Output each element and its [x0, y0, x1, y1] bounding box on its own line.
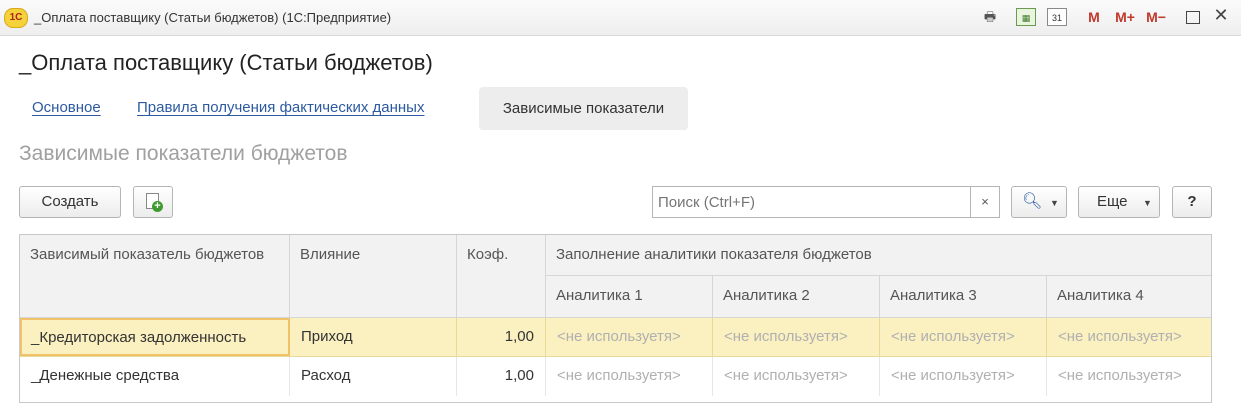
cell-analytics-3[interactable]: <не используетя>: [880, 318, 1047, 356]
search-icon: 🔍︎: [1022, 193, 1043, 210]
tab-main[interactable]: Основное: [32, 99, 101, 116]
table-row[interactable]: _Кредиторская задолженность Приход 1,00 …: [20, 318, 1211, 357]
cell-indicator[interactable]: _Кредиторская задолженность: [20, 318, 290, 356]
memory-minus-icon[interactable]: M−: [1143, 8, 1169, 26]
cell-coef[interactable]: 1,00: [457, 357, 546, 396]
search-options-button[interactable]: 🔍︎ ▼: [1011, 186, 1067, 218]
search-input[interactable]: [652, 186, 971, 218]
header-influence[interactable]: Влияние: [290, 235, 457, 318]
cell-analytics-3[interactable]: <не используетя>: [880, 357, 1047, 396]
cell-indicator[interactable]: _Денежные средства: [20, 357, 290, 396]
header-analytics-3[interactable]: Аналитика 3: [880, 276, 1047, 318]
cell-coef[interactable]: 1,00: [457, 318, 546, 356]
cell-analytics-1[interactable]: <не используетя>: [546, 357, 713, 396]
cell-analytics-4[interactable]: <не используетя>: [1047, 357, 1211, 396]
window-title: _Оплата поставщику (Статьи бюджетов) (1С…: [34, 10, 392, 25]
chevron-down-icon: ▼: [1143, 198, 1152, 208]
calculator-icon[interactable]: ▦: [1016, 8, 1036, 26]
calendar-icon[interactable]: 31: [1047, 8, 1067, 26]
dependent-indicators-table: Зависимый показатель бюджетов Влияние Ко…: [19, 234, 1212, 403]
header-indicator[interactable]: Зависимый показатель бюджетов: [20, 235, 290, 318]
cell-analytics-1[interactable]: <не используетя>: [546, 318, 713, 356]
more-button[interactable]: Еще ▼: [1078, 186, 1160, 218]
cell-analytics-4[interactable]: <не используетя>: [1047, 318, 1211, 356]
maximize-icon[interactable]: [1186, 11, 1200, 24]
memory-icon[interactable]: M: [1087, 8, 1101, 26]
cell-influence[interactable]: Приход: [290, 318, 457, 356]
cell-influence[interactable]: Расход: [290, 357, 457, 396]
help-button[interactable]: ?: [1172, 186, 1212, 218]
cell-analytics-2[interactable]: <не используетя>: [713, 318, 880, 356]
header-analytics-4[interactable]: Аналитика 4: [1047, 276, 1211, 318]
plus-icon: +: [152, 201, 163, 212]
close-icon[interactable]: ✕: [1212, 6, 1230, 24]
table-row[interactable]: _Денежные средства Расход 1,00 <не испол…: [20, 357, 1211, 396]
header-analytics-2[interactable]: Аналитика 2: [713, 276, 880, 318]
cell-analytics-2[interactable]: <не используетя>: [713, 357, 880, 396]
memory-plus-icon[interactable]: M+: [1112, 8, 1138, 26]
app-logo-icon: 1С: [4, 8, 28, 28]
tab-actual-data-rules[interactable]: Правила получения фактических данных: [137, 99, 424, 116]
chevron-down-icon: ▼: [1050, 198, 1059, 208]
more-button-label: Еще: [1097, 193, 1128, 210]
add-copy-button[interactable]: +: [133, 186, 173, 218]
header-analytics-1[interactable]: Аналитика 1: [546, 276, 713, 318]
header-analytics-group: Заполнение аналитики показателя бюджетов: [546, 235, 1211, 276]
print-icon[interactable]: 🖶: [980, 8, 1000, 26]
tab-dependent-indicators[interactable]: Зависимые показатели: [479, 87, 688, 130]
create-button[interactable]: Создать: [19, 186, 121, 218]
header-coef[interactable]: Коэф.: [457, 235, 546, 318]
window-titlebar: 1С _Оплата поставщику (Статьи бюджетов) …: [0, 0, 1241, 36]
form-title: _Оплата поставщику (Статьи бюджетов): [19, 50, 433, 75]
search-clear-button[interactable]: ×: [970, 186, 1000, 218]
section-title: Зависимые показатели бюджетов: [19, 142, 348, 165]
